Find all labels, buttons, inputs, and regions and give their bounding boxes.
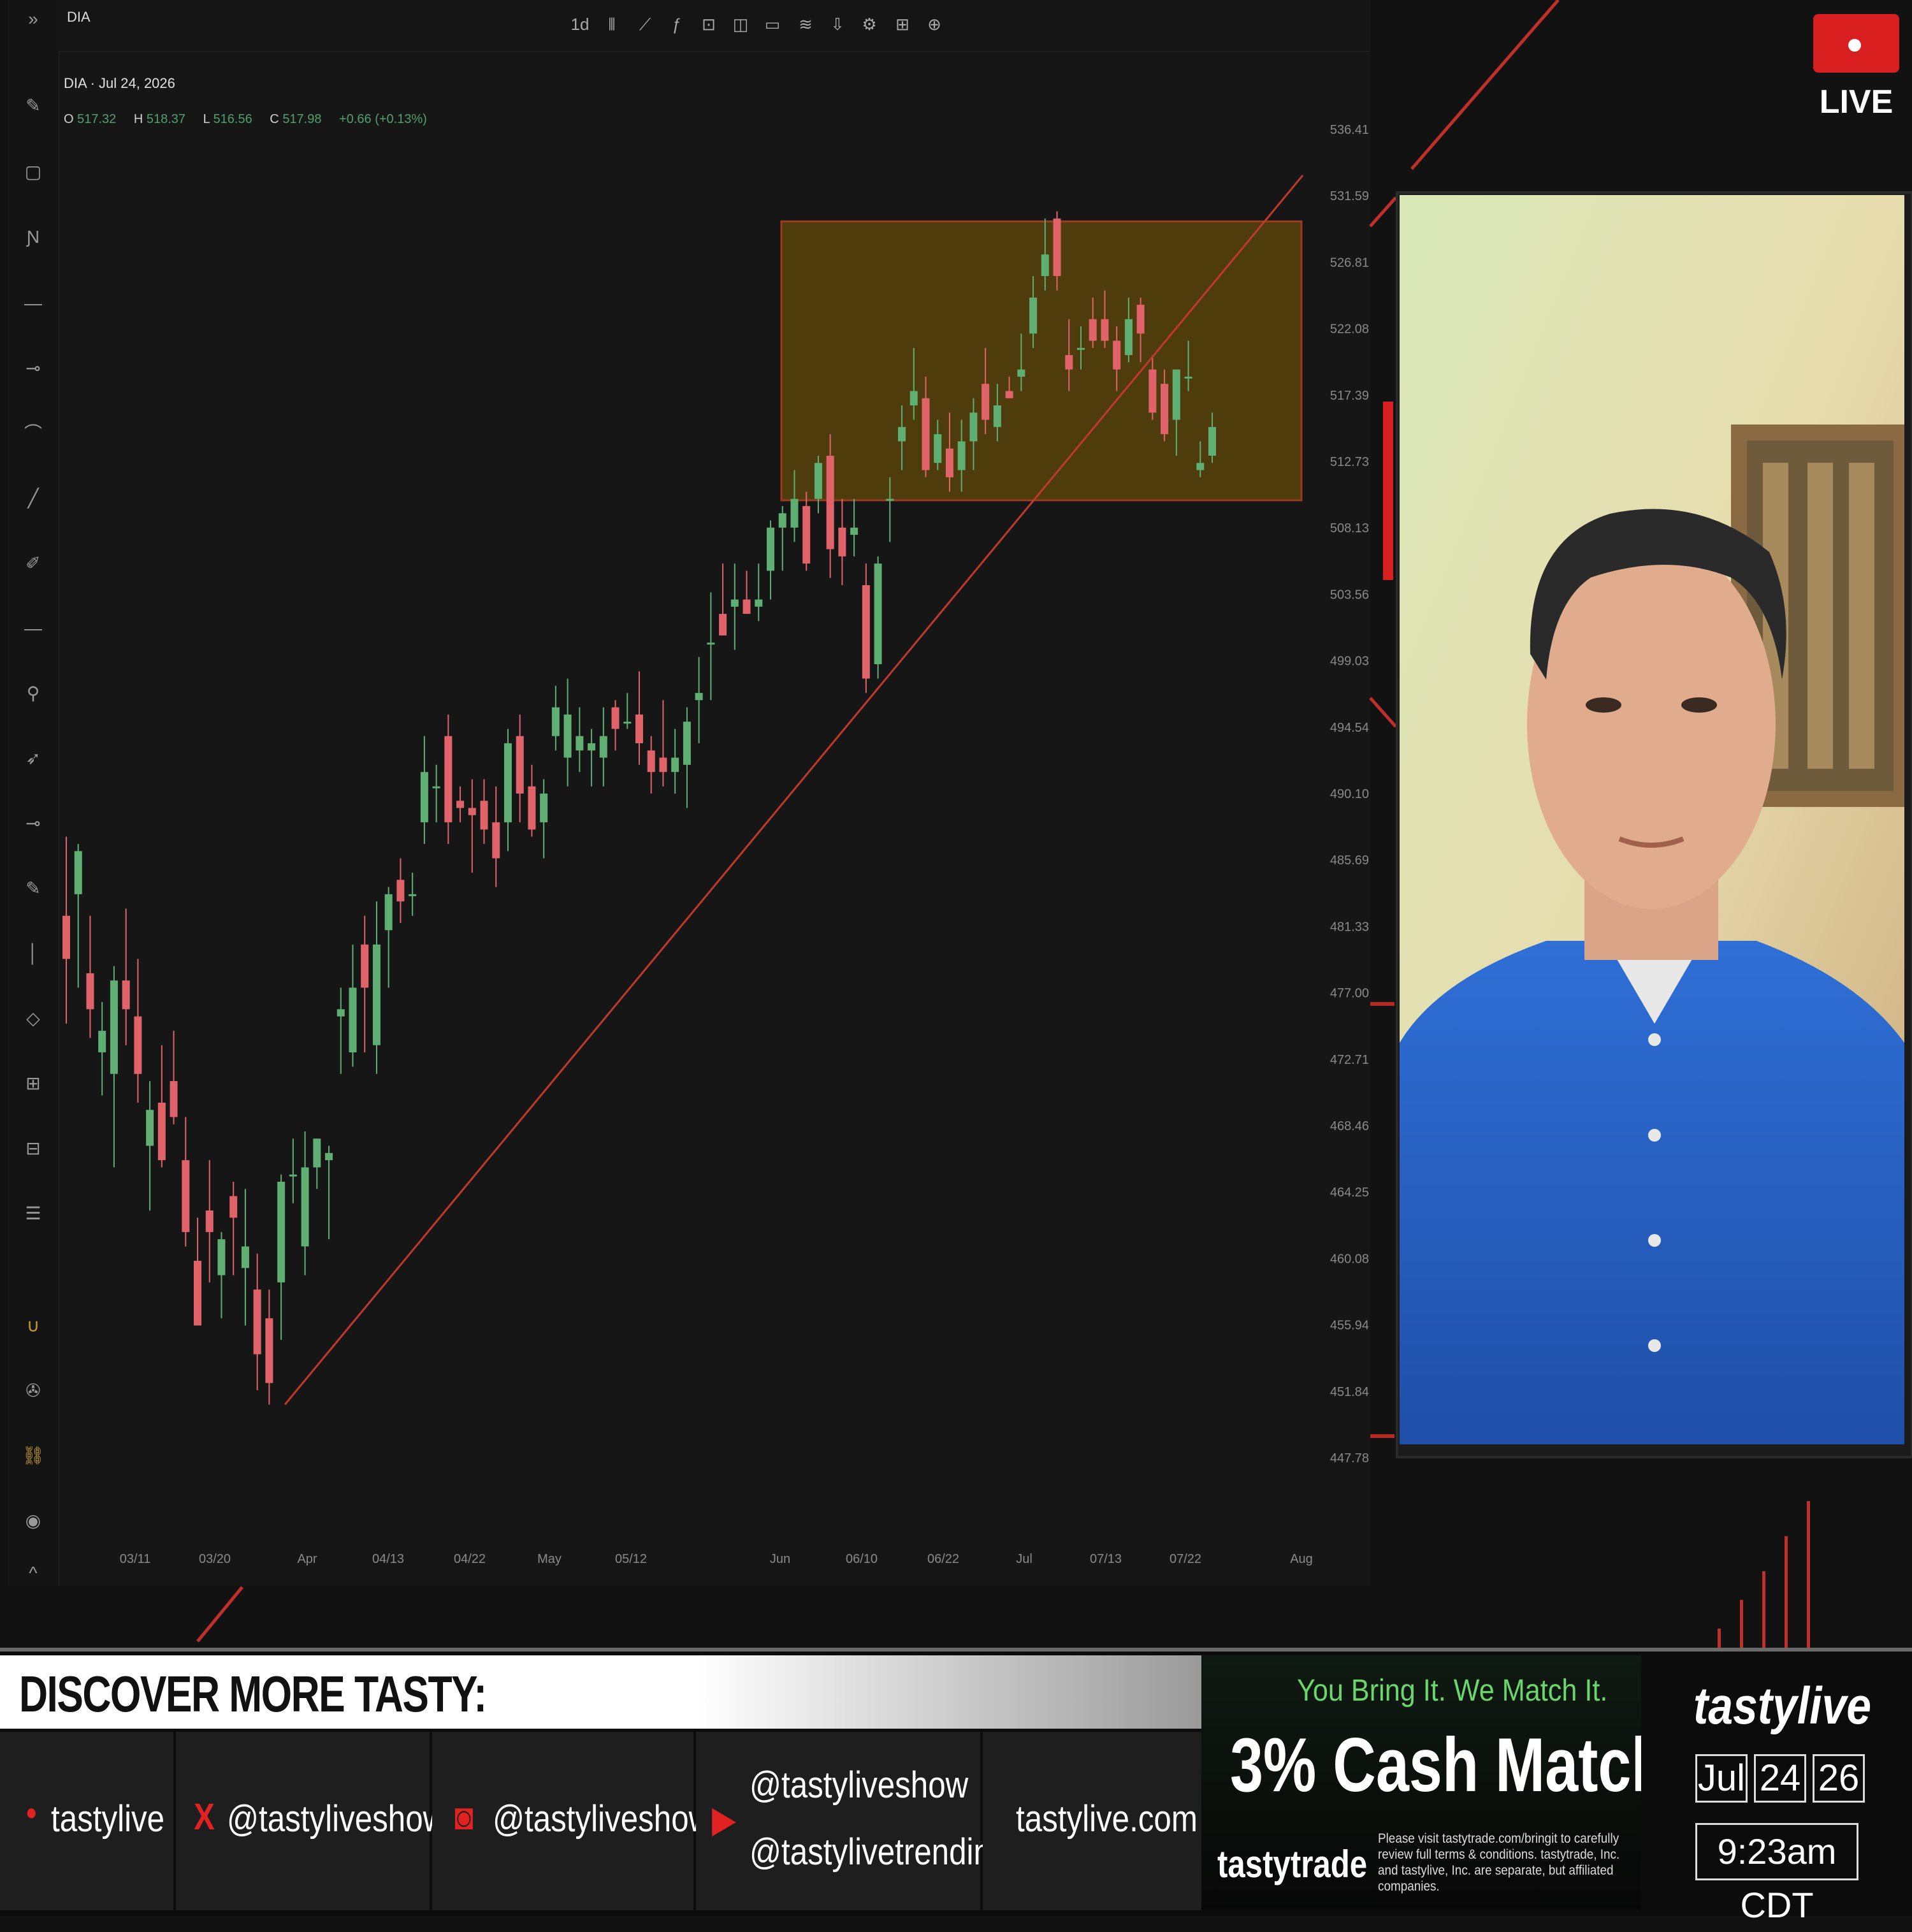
social-tastylive[interactable]: ● tastylive <box>0 1732 176 1910</box>
social-label: @tastyliveshow <box>750 1764 969 1806</box>
social-youtube[interactable]: ▶ @tastyliveshow @tastylivetrending <box>696 1732 1008 1910</box>
ad-headline: 3% Cash Match. <box>1230 1722 1684 1808</box>
youtube-icon: ▶ <box>712 1799 736 1840</box>
social-x[interactable]: X @tastyliveshow <box>176 1732 445 1910</box>
social-label: @tastyliveshow <box>493 1798 712 1840</box>
social-label-secondary: @tastylivetrending <box>750 1831 1009 1873</box>
social-label: tastylive.com <box>1016 1798 1198 1840</box>
date-year: 26 <box>1813 1754 1865 1803</box>
social-website[interactable]: tastylive.com <box>983 1732 1204 1910</box>
instagram-icon: ◙ <box>454 1796 474 1838</box>
social-label: tastylive <box>51 1798 165 1840</box>
tastylive-logo: tastylive <box>1693 1677 1871 1735</box>
date-day: 24 <box>1754 1754 1806 1803</box>
webcam-video <box>1400 195 1904 1444</box>
x-icon: X <box>194 1796 215 1838</box>
live-label: LIVE <box>1819 84 1894 120</box>
social-instagram[interactable]: ◙ @tastyliveshow <box>432 1732 711 1910</box>
ad-disclaimer: Please visit tastytrade.com/bringit to c… <box>1378 1831 1620 1894</box>
live-badge: LIVE <box>1813 14 1899 120</box>
ad-brand-logo: tastytrade <box>1217 1843 1368 1885</box>
presenter-image <box>1400 195 1904 1444</box>
ad-tagline: You Bring It. We Match It. <box>1297 1674 1608 1708</box>
discover-label: DISCOVER MORE TASTY: <box>19 1666 487 1722</box>
microphone-icon: ● <box>25 1799 38 1825</box>
social-label: @tastyliveshow <box>227 1798 446 1840</box>
live-dot-icon <box>1848 39 1861 52</box>
time-display: 9:23am CDT <box>1695 1823 1858 1925</box>
date-month: Jul <box>1695 1754 1748 1803</box>
